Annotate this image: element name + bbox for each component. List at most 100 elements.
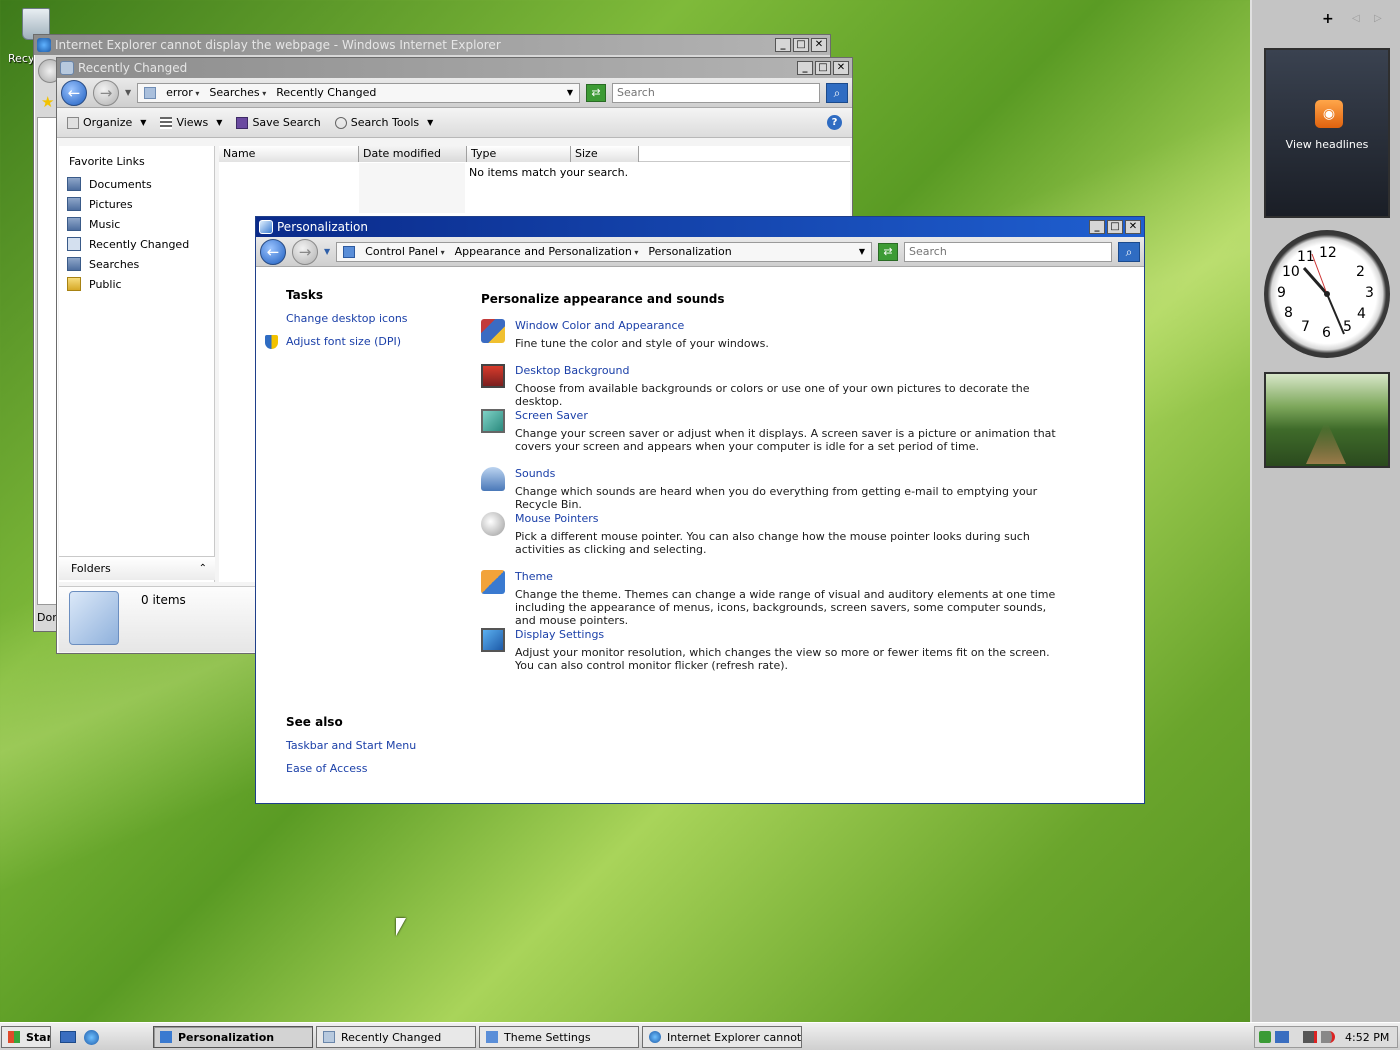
explorer-close-button[interactable]: ✕: [833, 61, 849, 75]
ie-maximize-button[interactable]: □: [793, 38, 809, 52]
adjust-font-size-link[interactable]: Adjust font size (DPI): [286, 335, 401, 348]
recent-pages-chevron-icon[interactable]: ▼: [125, 88, 131, 97]
breadcrumb-appearance-and-personalization[interactable]: Appearance and Personalization: [455, 245, 639, 258]
explorer-forward-button[interactable]: →: [93, 79, 119, 106]
sidebar-prev-arrow-icon[interactable]: ◁: [1352, 13, 1360, 24]
ease-of-access-link[interactable]: Ease of Access: [286, 762, 367, 775]
explorer-refresh-button[interactable]: ⇄: [586, 83, 606, 102]
show-desktop-icon[interactable]: [60, 1031, 76, 1043]
personalization-titlebar[interactable]: Personalization _ □ ✕: [256, 217, 1144, 237]
windows-sidebar: + ◁ ▷ ◉ View headlines 12 2 3 4 5 6 7 8 …: [1250, 0, 1400, 1022]
save-search-button[interactable]: Save Search: [236, 116, 321, 129]
personalization-search-input[interactable]: [904, 241, 1112, 262]
breadcrumb-personalization[interactable]: Personalization: [648, 245, 731, 258]
display-settings-description: Adjust your monitor resolution, which ch…: [515, 646, 1050, 672]
column-date-label: Date modified: [363, 147, 441, 160]
taskbar-button-recently-changed[interactable]: Recently Changed: [316, 1026, 476, 1048]
mouse-cursor-icon: [396, 918, 406, 936]
explorer-address-row: ← → ▼ error Searches Recently Changed ▼ …: [57, 78, 852, 108]
column-header-type[interactable]: Type: [467, 146, 571, 162]
volume-muted-icon[interactable]: [1321, 1031, 1335, 1043]
address-dropdown-icon[interactable]: ▼: [567, 88, 573, 97]
column-header-size[interactable]: Size: [571, 146, 639, 162]
save-search-label: Save Search: [252, 116, 321, 129]
quick-launch-ie-icon[interactable]: [84, 1030, 99, 1045]
mouse-pointers-link[interactable]: Mouse Pointers: [515, 512, 599, 525]
organize-button[interactable]: Organize ▼: [67, 116, 146, 129]
taskbar-button-personalization[interactable]: Personalization: [153, 1026, 313, 1048]
personalization-back-button[interactable]: ←: [260, 238, 286, 265]
breadcrumb-searches[interactable]: Searches: [209, 86, 266, 99]
network-icon[interactable]: [1275, 1031, 1289, 1043]
views-button[interactable]: Views ▼: [160, 116, 222, 129]
favorite-link-music[interactable]: Music: [63, 214, 213, 234]
breadcrumb-recently-changed[interactable]: Recently Changed: [276, 86, 376, 99]
column-header-date-modified[interactable]: Date modified: [359, 146, 467, 162]
ie-close-button[interactable]: ✕: [811, 38, 827, 52]
folders-toggle[interactable]: Folders ⌃: [59, 556, 215, 580]
explorer-address-bar[interactable]: error Searches Recently Changed ▼: [137, 82, 580, 103]
start-label: Start: [26, 1030, 50, 1044]
network-disconnected-icon[interactable]: [1303, 1031, 1317, 1043]
personalization-window: Personalization _ □ ✕ ← → ▼ Control Pane…: [255, 216, 1145, 804]
start-button[interactable]: Start: [1, 1026, 51, 1048]
search-tools-icon: [334, 116, 347, 129]
favorite-link-recently-changed[interactable]: Recently Changed: [63, 234, 213, 254]
window-color-icon: [481, 319, 505, 343]
explorer-back-button[interactable]: ←: [61, 79, 87, 106]
taskbar-button-theme-settings[interactable]: Theme Settings: [479, 1026, 639, 1048]
slideshow-gadget[interactable]: [1264, 372, 1390, 468]
clock-number-3: 3: [1365, 285, 1374, 301]
ie-titlebar[interactable]: Internet Explorer cannot display the web…: [34, 35, 830, 55]
feed-headlines-gadget[interactable]: ◉ View headlines: [1264, 48, 1390, 218]
display-settings-link[interactable]: Display Settings: [515, 628, 604, 641]
search-tools-button[interactable]: Search Tools ▼: [334, 116, 433, 129]
personalization-address-bar[interactable]: Control Panel Appearance and Personaliza…: [336, 241, 872, 262]
column-size-label: Size: [575, 147, 598, 160]
personalization-minimize-button[interactable]: _: [1089, 220, 1105, 234]
explorer-search-input[interactable]: [612, 82, 820, 103]
personalization-close-button[interactable]: ✕: [1125, 220, 1141, 234]
explorer-search-button[interactable]: ⌕: [826, 82, 848, 103]
personalization-refresh-button[interactable]: ⇄: [878, 242, 898, 261]
ie-task-icon: [649, 1031, 661, 1043]
breadcrumb-error[interactable]: error: [166, 86, 199, 99]
column-type-label: Type: [471, 147, 497, 160]
ie-favorites-star-icon[interactable]: ★: [41, 93, 54, 111]
explorer-minimize-button[interactable]: _: [797, 61, 813, 75]
favorite-link-pictures[interactable]: Pictures: [63, 194, 213, 214]
favorite-link-label: Public: [89, 277, 122, 291]
theme-link[interactable]: Theme: [515, 570, 553, 583]
date-column-shade: [359, 163, 465, 213]
documents-folder-icon: [67, 177, 81, 191]
favorite-link-searches[interactable]: Searches: [63, 254, 213, 274]
sounds-link[interactable]: Sounds: [515, 467, 555, 480]
recent-pages-chevron-icon[interactable]: ▼: [324, 247, 330, 256]
taskbar-clock[interactable]: 4:52 PM: [1345, 1031, 1389, 1044]
favorite-link-label: Music: [89, 217, 121, 231]
sidebar-next-arrow-icon[interactable]: ▷: [1374, 13, 1382, 24]
screen-saver-icon: [481, 409, 505, 433]
clock-number-6: 6: [1322, 325, 1331, 341]
change-desktop-icons-link[interactable]: Change desktop icons: [286, 312, 408, 325]
favorite-link-public[interactable]: Public: [63, 274, 213, 294]
desktop-background-link[interactable]: Desktop Background: [515, 364, 630, 377]
personalization-maximize-button[interactable]: □: [1107, 220, 1123, 234]
explorer-titlebar[interactable]: Recently Changed _ □ ✕: [57, 58, 852, 78]
screen-saver-link[interactable]: Screen Saver: [515, 409, 588, 422]
help-icon[interactable]: ?: [827, 115, 842, 130]
security-center-icon[interactable]: [1259, 1031, 1271, 1043]
address-dropdown-icon[interactable]: ▼: [859, 247, 865, 256]
column-name-label: Name: [223, 147, 256, 160]
add-gadget-button[interactable]: +: [1322, 11, 1334, 27]
taskbar-and-start-menu-link[interactable]: Taskbar and Start Menu: [286, 739, 416, 752]
favorite-link-documents[interactable]: Documents: [63, 174, 213, 194]
taskbar-button-internet-explorer[interactable]: Internet Explorer cannot d...: [642, 1026, 802, 1048]
ie-minimize-button[interactable]: _: [775, 38, 791, 52]
column-header-name[interactable]: Name: [219, 146, 359, 162]
personalization-forward-button[interactable]: →: [292, 238, 318, 265]
explorer-maximize-button[interactable]: □: [815, 61, 831, 75]
personalization-search-button[interactable]: ⌕: [1118, 241, 1140, 262]
breadcrumb-control-panel[interactable]: Control Panel: [365, 245, 445, 258]
window-color-link[interactable]: Window Color and Appearance: [515, 319, 684, 332]
